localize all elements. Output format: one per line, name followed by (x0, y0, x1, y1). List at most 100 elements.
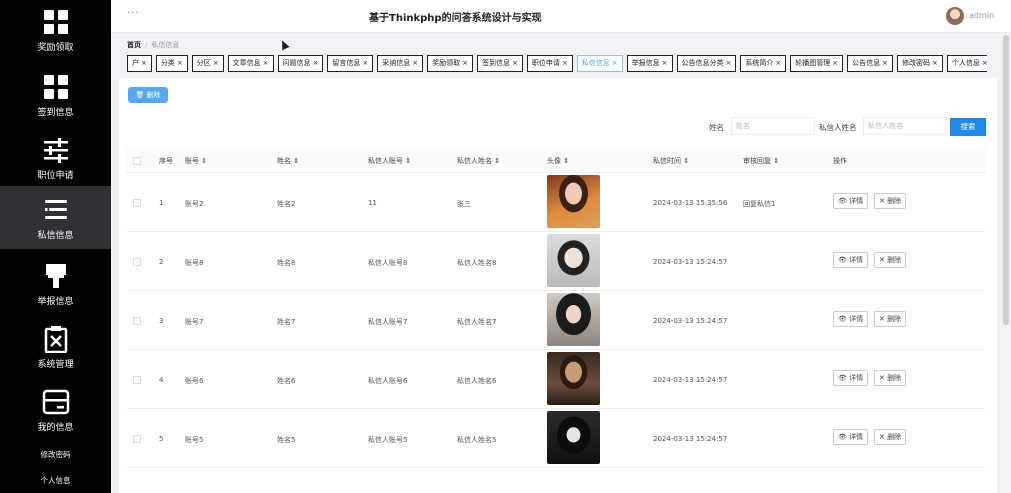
close-icon[interactable]: × (662, 59, 668, 67)
row-delete-button[interactable]: ✕ 删除 (874, 311, 907, 327)
close-icon[interactable]: × (141, 59, 147, 67)
close-icon[interactable]: × (612, 59, 618, 67)
avatar-photo[interactable] (547, 175, 600, 228)
search-name-input[interactable]: 姓名 (731, 117, 815, 135)
tab-item[interactable]: 公告信息 × (847, 55, 893, 72)
close-icon[interactable]: × (726, 59, 732, 67)
row-checkbox[interactable] (133, 258, 141, 266)
sidebar-item-job-apply[interactable]: 职位申请 (0, 126, 111, 189)
cell-r-account: 私信人账号5 (368, 436, 408, 444)
detail-label: 详情 (849, 433, 864, 441)
header-r-account[interactable]: 私信人账号 ⇕ (368, 156, 411, 166)
tab-item[interactable]: 文章信息 × (227, 55, 274, 72)
row-checkbox[interactable] (133, 317, 141, 325)
cell-account: 账号8 (185, 259, 204, 267)
sidebar-item-private-messages[interactable]: 私信信息 (0, 186, 111, 249)
header-reply[interactable]: 审核回复 ⇕ (743, 156, 779, 166)
detail-button[interactable]: 👁 详情 (833, 193, 869, 209)
sidebar-item-label: 举报信息 (37, 297, 74, 307)
sidebar-item-label: 奖励领取 (37, 43, 74, 53)
close-icon[interactable]: × (562, 59, 568, 67)
detail-button[interactable]: 👁 详情 (833, 370, 869, 386)
close-icon[interactable]: × (362, 59, 368, 67)
tab-item[interactable]: 举报信息 × (626, 55, 673, 72)
row-checkbox[interactable] (133, 435, 141, 443)
menu-toggle[interactable]: ··· (127, 8, 140, 19)
close-icon[interactable]: × (512, 59, 518, 67)
header-no: 序号 (159, 157, 173, 165)
search-button[interactable]: 搜索 (950, 118, 986, 136)
detail-button[interactable]: 👁 详情 (833, 429, 869, 445)
tab-item[interactable]: 问题信息 × (277, 55, 324, 72)
tab-item[interactable]: 分区 × (191, 55, 224, 72)
cell-time: 2024-03-13 15:24:57 (653, 258, 728, 266)
batch-delete-button[interactable]: 🗑 删除 (128, 87, 168, 103)
avatar[interactable] (946, 7, 964, 25)
close-icon[interactable]: × (462, 59, 468, 67)
detail-label: 详情 (849, 315, 864, 323)
tab-item[interactable]: 私信信息 × (576, 55, 623, 72)
tab-item[interactable]: 修改密码 × (897, 55, 943, 72)
submenu-change-password[interactable]: 修改密码 (0, 449, 111, 460)
header-time[interactable]: 私信时间 ⇕ (653, 156, 689, 166)
scrollbar[interactable] (1003, 35, 1009, 325)
avatar-photo[interactable] (547, 234, 600, 287)
sidebar-item-rewards[interactable]: 奖励领取 (0, 0, 111, 63)
avatar-photo[interactable] (547, 411, 600, 464)
close-icon[interactable]: × (882, 59, 888, 67)
tab-item[interactable]: 公告信息分类 × (676, 55, 737, 72)
sidebar-item-reports[interactable]: 举报信息 (0, 252, 111, 315)
header-avatar[interactable]: 头像 ⇕ (547, 156, 569, 166)
sidebar-item-checkin[interactable]: 签到信息 (0, 63, 111, 126)
tab-label: 文章信息 (232, 59, 261, 67)
row-checkbox[interactable] (133, 199, 141, 207)
close-icon[interactable]: × (213, 59, 219, 67)
tab-item[interactable]: 留言信息 × (327, 55, 374, 72)
cell-name: 姓名5 (277, 436, 296, 444)
tab-item[interactable]: 系统简介 × (740, 55, 787, 72)
close-icon[interactable]: × (832, 59, 838, 67)
row-delete-button[interactable]: ✕ 删除 (874, 370, 907, 386)
close-icon[interactable]: × (263, 59, 269, 67)
table-row: 2 账号8 姓名8 私信人账号8 私信人姓名8 2024-03-13 15:24:57 👁 … (126, 232, 986, 291)
close-icon: ✕ (879, 315, 885, 323)
tab-item[interactable]: 户 × (127, 55, 152, 72)
close-icon[interactable]: × (412, 59, 418, 67)
cell-name: 姓名2 (277, 200, 296, 208)
tab-label: 个人信息 (951, 59, 980, 67)
close-icon[interactable]: × (932, 59, 938, 67)
select-all-checkbox[interactable] (133, 157, 141, 165)
sidebar-item-system[interactable]: 系统管理 (0, 315, 111, 378)
row-delete-button[interactable]: ✕ 删除 (874, 193, 907, 209)
tab-item[interactable]: 签到信息 × (477, 55, 523, 72)
username[interactable]: admin (969, 11, 994, 20)
breadcrumb-home[interactable]: 首页 (127, 41, 141, 49)
avatar-photo[interactable] (547, 293, 600, 346)
tab-item[interactable]: 职位申请 × (526, 55, 573, 72)
close-icon[interactable]: × (313, 59, 319, 67)
cell-r-name: 张三 (457, 200, 471, 208)
detail-button[interactable]: 👁 详情 (833, 311, 869, 327)
row-delete-button[interactable]: ✕ 删除 (874, 429, 907, 445)
close-icon[interactable]: × (177, 59, 183, 67)
tab-label: 系统简介 (745, 59, 774, 67)
tab-item[interactable]: 轮播图管理 × (790, 55, 844, 72)
tab-item[interactable]: 分类 × (155, 55, 188, 72)
row-delete-button[interactable]: ✕ 删除 (874, 252, 907, 268)
close-icon[interactable]: × (775, 59, 781, 67)
tab-item[interactable]: 个人信息 × (946, 55, 987, 72)
avatar-photo[interactable] (547, 352, 600, 405)
tab-item[interactable]: 采纳信息 × (377, 55, 424, 72)
search-rname-input[interactable]: 私信人姓名 (863, 117, 947, 135)
close-icon: ✕ (879, 374, 885, 382)
header-name[interactable]: 姓名 ⇕ (277, 156, 299, 166)
sidebar-item-my-info[interactable]: 我的信息 (0, 378, 111, 441)
header-account[interactable]: 账号 ⇕ (185, 156, 207, 166)
submenu-profile[interactable]: 个人信息 (0, 475, 111, 486)
tab-item[interactable]: 奖励领取 × (427, 55, 473, 72)
row-checkbox[interactable] (133, 376, 141, 384)
header-r-name[interactable]: 私信人姓名 ⇕ (457, 156, 500, 166)
detail-button[interactable]: 👁 详情 (833, 252, 869, 268)
sidebar-item-label: 签到信息 (37, 108, 74, 118)
close-icon[interactable]: × (982, 59, 987, 67)
